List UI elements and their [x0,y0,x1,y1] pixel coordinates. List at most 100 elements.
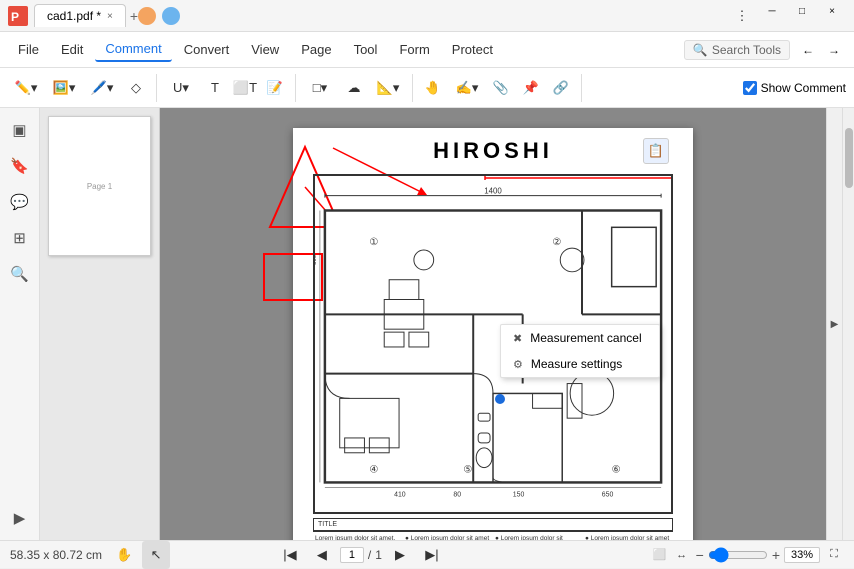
page-number-input[interactable] [340,547,364,563]
svg-text:②: ② [552,237,561,248]
hand-tool-btn[interactable]: 🤚 [419,74,447,102]
select-mode-btn[interactable]: ↖ [142,541,170,569]
zoom-in-btn[interactable]: + [772,547,780,563]
menu-comment[interactable]: Comment [95,37,171,62]
measurement-point [495,394,505,404]
floorplan-container: 1400 [313,174,673,514]
pen-tool-btn[interactable]: 🖊️▾ [84,74,120,102]
draw-tool-btn[interactable]: ✏️▾ [8,74,44,102]
tool-group-draw: ✏️▾ 🖼️▾ 🖊️▾ ◇ [8,74,157,102]
footer-col1-text: Lorem ipsum dolor sit amet, consectetur … [315,535,401,540]
right-panel-icon[interactable]: 📋 [643,138,669,164]
callout-tool-btn[interactable]: 📝 [261,74,289,102]
settings-icon: ⚙ [513,358,523,371]
link-tool-btn[interactable]: 🔗 [547,74,575,102]
zoom-slider[interactable] [708,547,768,563]
footer-title-row: TITLE [313,518,673,531]
toolbar: ✏️▾ 🖼️▾ 🖊️▾ ◇ U▾ T ⬜T 📝 □▾ ☁ 📐▾ 🤚 ✍▾ 📎 📌… [0,68,854,108]
tool-group-text: U▾ T ⬜T 📝 [163,74,296,102]
menubar: File Edit Comment Convert View Page Tool… [0,32,854,68]
footer-col2: ● Lorem ipsum dolor sit amet ● Lorem ips… [403,534,493,540]
page-total: 1 [375,548,382,562]
footer-grid: Lorem ipsum dolor sit amet, consectetur … [313,531,673,540]
footer-col1: Lorem ipsum dolor sit amet, consectetur … [313,534,403,540]
menu-protect[interactable]: Protect [442,38,503,61]
right-panel-toggle[interactable]: ▶ [826,108,842,540]
svg-text:650: 650 [602,491,614,498]
shape-tool-btn[interactable]: □▾ [302,74,338,102]
svg-text:80: 80 [453,491,461,498]
nav-fwd-btn[interactable]: → [822,38,846,62]
sidebar-thumbnail-icon[interactable]: ▣ [6,116,34,144]
menu-edit[interactable]: Edit [51,38,93,61]
menu-convert[interactable]: Convert [174,38,240,61]
prev-page-btn[interactable]: ◀ [308,541,336,569]
window-controls: ⋮ ─ □ × [728,2,846,30]
search-tools[interactable]: 🔍 Search Tools [684,40,790,60]
close-btn[interactable]: × [818,2,846,22]
svg-text:①: ① [369,237,378,248]
more-options-btn[interactable]: ⋮ [728,2,756,30]
svg-text:410: 410 [394,491,406,498]
eraser-tool-btn[interactable]: ◇ [122,74,150,102]
active-tab[interactable]: cad1.pdf * × [34,4,126,27]
zoom-input[interactable] [784,547,820,563]
page-thumbnail[interactable]: Page 1 [48,116,151,256]
vertical-scrollbar[interactable] [842,108,854,540]
last-page-btn[interactable]: ▶| [418,541,446,569]
pdf-footer: TITLE Lorem ipsum dolor sit amet, consec… [313,518,673,540]
footer-title-label: TITLE [318,521,337,528]
minimize-btn[interactable]: ─ [758,2,786,22]
fullscreen-btn[interactable]: ⛶ [824,545,844,565]
new-tab-btn[interactable]: + [130,8,138,24]
scrollbar-thumb[interactable] [845,128,853,188]
measure-tool-btn[interactable]: 📐▾ [370,74,406,102]
content-area: HIROSHI 1400 [160,108,826,540]
sidebar-search-icon[interactable]: 🔍 [6,260,34,288]
maximize-btn[interactable]: □ [788,2,816,22]
profile-avatar2 [162,7,180,25]
fit-buttons: ⬜ ↔ [650,545,692,565]
attach-tool-btn[interactable]: 📎 [487,74,515,102]
app-icon: P [8,6,28,26]
cancel-icon: ✖ [513,332,522,345]
fit-width-btn[interactable]: ↔ [672,545,692,565]
fit-page-btn[interactable]: ⬜ [650,545,670,565]
signature-tool-btn[interactable]: ✍▾ [449,74,485,102]
tool-group-shapes: □▾ ☁ 📐▾ [302,74,413,102]
context-menu-item-cancel[interactable]: ✖ Measurement cancel [501,325,659,351]
sticky-tool-btn[interactable]: 📌 [517,74,545,102]
next-page-btn[interactable]: ▶ [386,541,414,569]
svg-text:⑥: ⑥ [612,465,621,476]
page-navigation: |◀ ◀ / 1 ▶ ▶| [276,541,446,569]
dimensions-display: 58.35 x 80.72 cm [10,548,102,562]
underline-tool-btn[interactable]: U▾ [163,74,199,102]
search-icon: 🔍 [693,43,708,57]
menu-file[interactable]: File [8,38,49,61]
first-page-btn[interactable]: |◀ [276,541,304,569]
tab-close-btn[interactable]: × [107,11,113,22]
hand-mode-btn[interactable]: ✋ [110,541,138,569]
settings-label: Measure settings [531,357,622,371]
show-comment-checkbox[interactable] [743,81,757,95]
menu-page[interactable]: Page [291,38,341,61]
titlebar: P cad1.pdf * × + ⋮ ─ □ × [0,0,854,32]
context-menu: ✖ Measurement cancel ⚙ Measure settings [500,324,660,378]
sidebar-collapse-btn[interactable]: ▶ [6,504,34,532]
nav-back-btn[interactable]: ← [796,38,820,62]
zoom-out-btn[interactable]: − [696,547,704,563]
menu-view[interactable]: View [241,38,289,61]
cancel-label: Measurement cancel [530,331,641,345]
context-menu-item-settings[interactable]: ⚙ Measure settings [501,351,659,377]
menu-tool[interactable]: Tool [344,38,388,61]
stamp-tool-btn[interactable]: 🖼️▾ [46,74,82,102]
sidebar-bookmark-icon[interactable]: 🔖 [6,152,34,180]
cloud-tool-btn[interactable]: ☁ [340,74,368,102]
text-tool-btn[interactable]: T [201,74,229,102]
textbox-tool-btn[interactable]: ⬜T [231,74,259,102]
zoom-controls: ⬜ ↔ − + ⛶ [650,545,844,565]
menu-form[interactable]: Form [389,38,439,61]
sidebar-comment-icon[interactable]: 💬 [6,188,34,216]
show-comment-area: Show Comment [743,81,846,95]
sidebar-layers-icon[interactable]: ⊞ [6,224,34,252]
